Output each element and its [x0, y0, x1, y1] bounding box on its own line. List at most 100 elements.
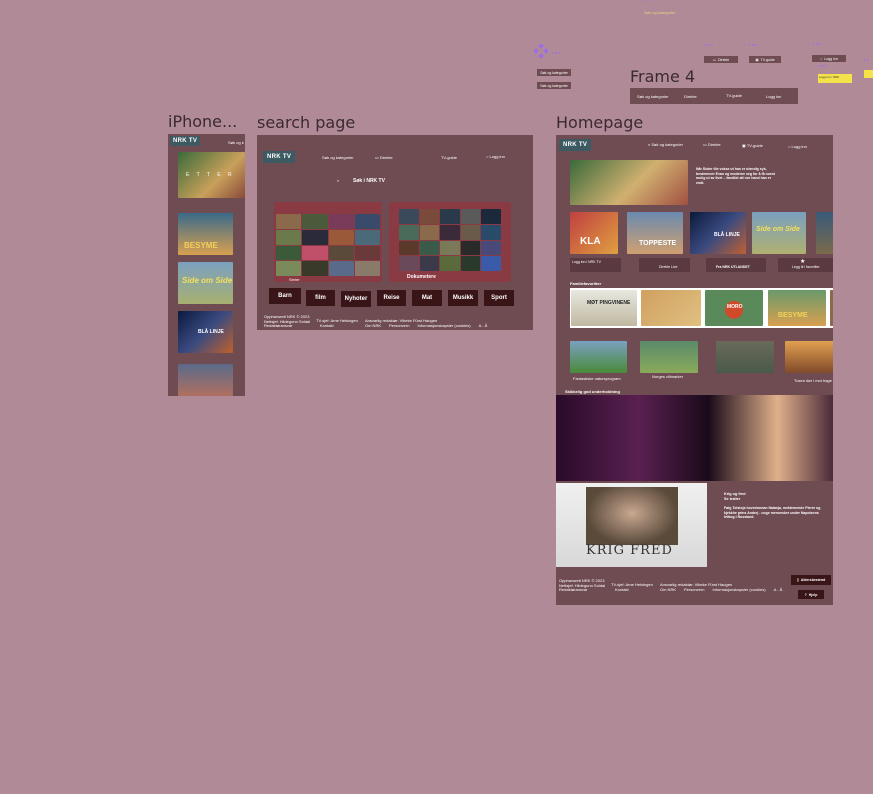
- nav-logg-inn[interactable]: ○ Logg inn: [788, 144, 807, 149]
- help-icon: ?: [804, 592, 807, 597]
- component-item-2[interactable]: Søk og kategorier: [537, 82, 571, 89]
- nav-tv-guide[interactable]: TV-guide: [441, 155, 457, 160]
- family-poster-2[interactable]: [641, 290, 701, 326]
- row3-caption-4: Tusen dør i mot hage: [794, 378, 832, 383]
- user-icon: ○: [820, 56, 823, 61]
- quick-link-utlandet[interactable]: Fra NRK UTLANDET: [706, 258, 766, 272]
- family-poster-5[interactable]: [830, 290, 833, 326]
- component-icon: [533, 43, 549, 59]
- component-direkte[interactable]: ▭ Direkte: [704, 56, 738, 63]
- row1-poster-4[interactable]: Side om Side: [752, 212, 806, 254]
- series-card[interactable]: Serier: [274, 202, 382, 282]
- row1-poster-2[interactable]: TOPPESTE: [627, 212, 683, 254]
- section-family-title: Familiefavoritter: [570, 281, 602, 286]
- nrk-logo[interactable]: NRK TV: [170, 136, 201, 146]
- footer-link-om-nrk[interactable]: Om NRK: [365, 323, 381, 329]
- component-dots-6: ··: [863, 55, 870, 66]
- tv-icon: ▭: [712, 57, 717, 62]
- row1-poster-5[interactable]: [816, 212, 833, 254]
- nav-logg-inn[interactable]: ○ Logg inn: [486, 154, 505, 159]
- frame4-item-search[interactable]: Søk og kategorier: [637, 94, 669, 99]
- component-dots-top: ···: [641, 0, 651, 6]
- aldersbestemt-button[interactable]: ▯ Aldersbestemt: [791, 575, 831, 585]
- nav-tv-guide[interactable]: ▣ TV-guide: [742, 143, 763, 148]
- row3-poster-4[interactable]: [785, 341, 833, 373]
- iphone-poster-2[interactable]: BESYME: [178, 213, 233, 255]
- nav-search-categories[interactable]: ⌕ Søk og kategorier: [648, 142, 683, 147]
- iphone-poster-3[interactable]: Side om Side: [178, 262, 233, 304]
- documentary-card-label: Dokumetere: [407, 274, 436, 280]
- component-item-1[interactable]: Søk og kategorier: [537, 69, 571, 76]
- nav-direkte[interactable]: ▭ Direkte: [375, 155, 393, 160]
- calendar-icon: ▣: [755, 57, 759, 62]
- row3-poster-2[interactable]: [640, 341, 698, 373]
- footer-link-om-nrk[interactable]: Om NRK: [660, 587, 676, 593]
- category-mat[interactable]: Mat: [412, 290, 442, 306]
- component-dots-4: ···: [812, 39, 822, 50]
- family-poster-4[interactable]: BESYME: [768, 290, 826, 326]
- iphone-poster-hero[interactable]: E T T E R: [178, 152, 245, 198]
- component-dots-3: ···: [748, 40, 758, 51]
- row1-poster-3[interactable]: BLÅ LINJE: [690, 212, 746, 254]
- frame4-item-logginn[interactable]: Logg inn: [766, 94, 781, 99]
- hero-description: Når Sister tile vokse ut han er utendig …: [696, 167, 775, 185]
- footer-link-personvern[interactable]: Personvern: [389, 323, 409, 329]
- krig-description: Følg Tolstojs hovedroman Natasja, mektem…: [724, 506, 821, 519]
- homepage-frame: NRK TV ⌕ Søk og kategorier ▭ Direkte ▣ T…: [556, 135, 833, 605]
- search-page-frame: NRK TV Søk og kategorier ▭ Direkte TV-gu…: [257, 135, 533, 330]
- hero-banner[interactable]: [570, 160, 688, 205]
- series-poster-grid: [276, 214, 380, 276]
- top-note: Søk og kategorier: [644, 10, 676, 15]
- search-input[interactable]: Søk i NRK TV: [353, 178, 385, 184]
- star-icon: ★: [800, 259, 806, 265]
- footer-link-a-aa[interactable]: A - Å: [774, 587, 783, 593]
- family-poster-3[interactable]: MORO: [705, 290, 763, 326]
- footer-link-a-aa[interactable]: A - Å: [479, 323, 488, 329]
- family-poster-1[interactable]: MØT PINGVINENE: [571, 290, 637, 326]
- quick-link-favoritter[interactable]: ★ Legg til i favoritter: [778, 258, 833, 272]
- nrk-logo[interactable]: NRK TV: [263, 151, 296, 163]
- krig-og-fred-poster[interactable]: KRIG FRED: [556, 483, 707, 567]
- category-film[interactable]: film: [306, 290, 335, 306]
- footer-link-cookies[interactable]: Informasjonskapsler (cookies): [712, 587, 765, 593]
- row1-poster-1[interactable]: KLA: [570, 212, 618, 254]
- component-dots-1: ···: [551, 48, 561, 59]
- component-dots-5: ···: [818, 61, 828, 72]
- frame4: Søk og kategorier Direkte TV-guide Logg …: [630, 88, 798, 104]
- yellow-sticky-note: Logg inn / NRK: [818, 74, 852, 83]
- category-reise[interactable]: Reise: [377, 290, 406, 306]
- hjelp-button[interactable]: ? Hjelp: [798, 590, 824, 599]
- quick-link-direkte[interactable]: Direkte Live: [639, 258, 690, 272]
- iphone-search-link[interactable]: Søk og k: [228, 140, 244, 145]
- nrk-logo[interactable]: NRK TV: [559, 139, 592, 151]
- category-nyheter[interactable]: Nyhoter: [341, 291, 371, 307]
- krig-trailer-link[interactable]: Se trailer: [724, 497, 740, 501]
- quick-link-logg-inn[interactable]: Logg inn i NRK TV: [570, 258, 621, 272]
- category-musikk[interactable]: Musikk: [448, 290, 478, 306]
- footer-link-personvern[interactable]: Personvern: [684, 587, 704, 593]
- lock-icon: ▯: [796, 578, 799, 582]
- documentary-poster-grid: [399, 209, 501, 271]
- iphone-frame-label: iPhone...: [168, 112, 238, 131]
- family-row: MØT PINGVINENE MORO BESYME: [570, 288, 833, 328]
- frame4-item-tvguide[interactable]: TV-guide: [726, 93, 742, 98]
- dance-banner[interactable]: [556, 395, 833, 481]
- footer-link-cookies[interactable]: Informasjonskapsler (cookies): [417, 323, 470, 329]
- krig-title: Krig og fred: [724, 492, 746, 496]
- category-sport[interactable]: Sport: [484, 290, 514, 306]
- documentary-card[interactable]: Dokumetere: [389, 202, 511, 282]
- yellow-sticky-note-edge: [864, 70, 873, 78]
- component-tv-guide[interactable]: ▣ TV-guide: [749, 56, 781, 63]
- row3-poster-3[interactable]: [716, 341, 774, 373]
- nav-search-categories[interactable]: Søk og kategorier: [322, 155, 354, 160]
- nav-direkte[interactable]: ▭ Direkte: [703, 142, 721, 147]
- homepage-label: Homepage: [556, 113, 644, 132]
- component-dots-2: ···: [704, 40, 714, 51]
- search-page-label: search page: [257, 113, 356, 132]
- row3-poster-1[interactable]: [570, 341, 627, 373]
- iphone-poster-4[interactable]: BLÅ LINJE: [178, 311, 233, 353]
- frame4-item-direkte[interactable]: Direkte: [684, 94, 697, 99]
- section-historical-title: Skikkelig god underholdning: [565, 389, 620, 394]
- category-barn[interactable]: Barn: [269, 288, 301, 304]
- iphone-poster-5[interactable]: [178, 364, 233, 396]
